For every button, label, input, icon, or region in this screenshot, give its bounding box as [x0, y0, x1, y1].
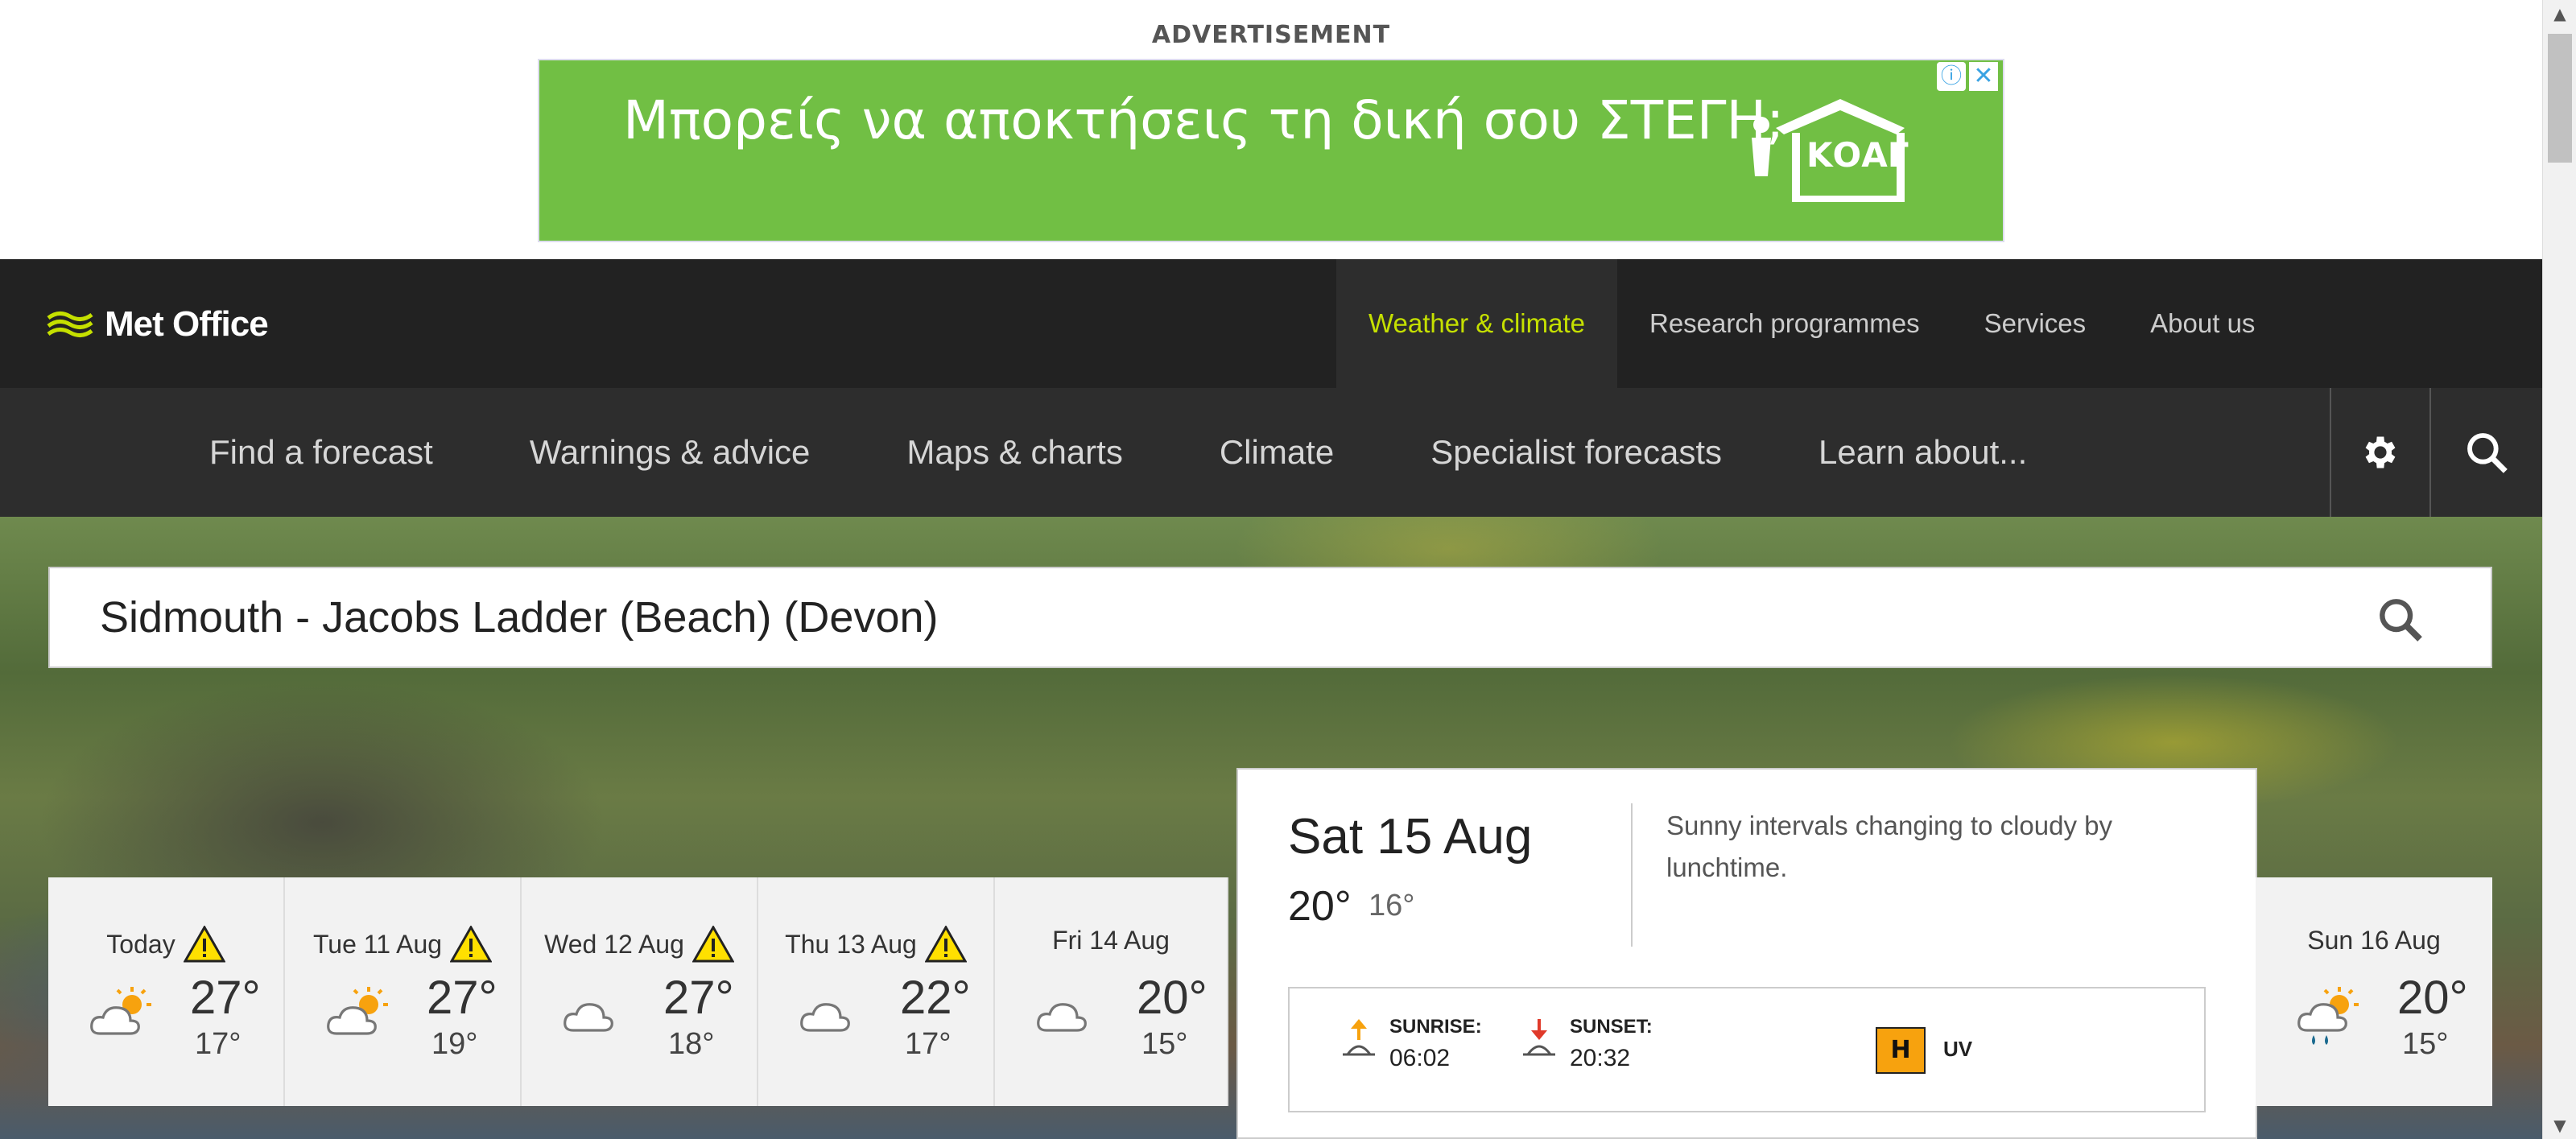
sunrise-label: SUNRISE:	[1389, 1016, 1482, 1038]
warning-icon	[183, 926, 225, 963]
location-search-value: Sidmouth - Jacobs Ladder (Beach) (Devon)	[100, 593, 939, 642]
sunset-time: 20:32	[1570, 1045, 1631, 1071]
nav-specialist-forecasts[interactable]: Specialist forecasts	[1382, 388, 1770, 517]
page-scrollbar[interactable]: ▲ ▼	[2542, 0, 2576, 1139]
uv-label: UV	[1943, 1037, 1973, 1061]
selected-day-summary: Sunny intervals changing to cloudy by lu…	[1666, 811, 2113, 882]
hero-image: Sidmouth - Jacobs Ladder (Beach) (Devon)…	[0, 517, 2542, 1139]
tab-low-temp: 15°	[2402, 1027, 2449, 1061]
koag-logo-text: ΚΟΑΓ	[1806, 135, 1909, 175]
nav-maps-charts[interactable]: Maps & charts	[858, 388, 1170, 517]
forecast-tab-tue[interactable]: Tue 11 Aug 27° 19°	[285, 877, 522, 1106]
tab-high-temp: 20°	[2397, 972, 2468, 1024]
sunrise-time: 06:02	[1389, 1045, 1451, 1071]
sun-shower-icon	[2297, 987, 2359, 1045]
selected-day-title: Sat 15 Aug	[1288, 809, 1533, 865]
advertisement-area: ADVERTISEMENT Μπορείς να αποκτήσεις τη δ…	[0, 0, 2542, 259]
sunset-label: SUNSET:	[1570, 1016, 1653, 1038]
warning-icon	[924, 926, 967, 963]
brand-name: Met Office	[105, 304, 269, 344]
tab-day-label: Fri 14 Aug	[1052, 926, 1170, 955]
search-icon	[2380, 599, 2422, 642]
search-icon	[2467, 433, 2508, 473]
tab-high-temp: 27°	[427, 972, 497, 1024]
scroll-up-arrow[interactable]: ▲	[2543, 0, 2576, 27]
sub-links: Find a forecast Warnings & advice Maps &…	[161, 388, 2075, 517]
met-office-logo[interactable]: Met Office	[47, 304, 269, 345]
nav-climate[interactable]: Climate	[1171, 388, 1382, 517]
cloudy-icon	[564, 1003, 613, 1032]
gear-icon	[2365, 436, 2396, 468]
location-search-input[interactable]: Sidmouth - Jacobs Ladder (Beach) (Devon)	[48, 567, 2492, 668]
tab-day-label: Wed 12 Aug	[544, 929, 684, 959]
nav-warnings-advice[interactable]: Warnings & advice	[481, 388, 859, 517]
uv-badge: H	[1876, 1027, 1926, 1074]
forecast-tab-today[interactable]: Today 27° 17°	[48, 877, 285, 1106]
sunset-item: SUNSET: 20:32	[1521, 1016, 1653, 1072]
top-navigation: Met Office Weather & climate Research pr…	[0, 259, 2542, 388]
search-nav-button[interactable]	[2429, 388, 2542, 517]
forecast-tab-wed[interactable]: Wed 12 Aug 27° 18°	[522, 877, 758, 1106]
selected-day-low: 16°	[1368, 889, 1415, 922]
location-search-button[interactable]	[2375, 594, 2426, 649]
divider	[1631, 803, 1633, 947]
scroll-thumb[interactable]	[2548, 34, 2572, 163]
selected-day-high: 20°	[1288, 883, 1352, 930]
tab-low-temp: 15°	[1141, 1027, 1188, 1061]
sunny-intervals-icon	[327, 987, 388, 1035]
met-office-waves-icon	[47, 312, 93, 337]
tab-low-temp: 17°	[195, 1027, 242, 1061]
forecast-tabs: Today 27° 17° Tue 11 Aug 27° 19° Wed 12 …	[48, 877, 1228, 1106]
nav-weather-climate[interactable]: Weather & climate	[1336, 259, 1617, 388]
tab-high-temp: 22°	[900, 972, 971, 1024]
forecast-tab-thu[interactable]: Thu 13 Aug 22° 17°	[758, 877, 995, 1106]
tab-low-temp: 19°	[431, 1027, 478, 1061]
tab-high-temp: 27°	[663, 972, 734, 1024]
tab-high-temp: 20°	[1137, 972, 1208, 1024]
cloudy-icon	[800, 1003, 850, 1032]
forecast-tab-sun[interactable]: Sun 16 Aug 20° 15°	[2256, 877, 2492, 1106]
nav-learn-about[interactable]: Learn about...	[1770, 388, 2075, 517]
scroll-down-arrow[interactable]: ▼	[2543, 1112, 2576, 1139]
forecast-tab-fri[interactable]: Fri 14 Aug 20° 15°	[995, 877, 1228, 1106]
nav-about-us[interactable]: About us	[2118, 259, 2287, 388]
ad-label: ADVERTISEMENT	[1151, 21, 1391, 49]
ad-text: Μπορείς να αποκτήσεις τη δική σου ΣΤΕΓΗ;	[623, 89, 1785, 151]
tab-day-label: Thu 13 Aug	[785, 929, 917, 959]
tab-day-label: Today	[106, 929, 175, 959]
nav-services[interactable]: Services	[1952, 259, 2119, 388]
sunrise-icon	[1343, 1019, 1375, 1056]
warning-icon	[691, 926, 734, 963]
tab-low-temp: 17°	[905, 1027, 952, 1061]
cloudy-icon	[1037, 1003, 1087, 1032]
nav-research-programmes[interactable]: Research programmes	[1617, 259, 1952, 388]
settings-button[interactable]	[2330, 388, 2429, 517]
nav-find-forecast[interactable]: Find a forecast	[161, 388, 481, 517]
tab-day-label: Sun 16 Aug	[2307, 926, 2441, 955]
top-links: Weather & climate Research programmes Se…	[1336, 259, 2287, 388]
selected-day-card: Sat 15 Aug 20° 16° Sunny intervals chang…	[1236, 768, 2257, 1139]
sunset-icon	[1523, 1019, 1555, 1056]
warning-icon	[450, 926, 493, 963]
tab-high-temp: 27°	[190, 972, 261, 1024]
secondary-navigation: Find a forecast Warnings & advice Maps &…	[0, 388, 2542, 517]
sun-uv-panel: SUNRISE: 06:02 SUNSET: 20:32 H UV	[1288, 987, 2206, 1112]
ad-close-icon[interactable]: ✕	[1969, 62, 1998, 91]
ad-banner[interactable]: Μπορείς να αποκτήσεις τη δική σου ΣΤΕΓΗ;…	[538, 59, 2004, 242]
tab-day-label: Tue 11 Aug	[312, 929, 443, 959]
ad-info-icon[interactable]: ⓘ	[1937, 62, 1966, 91]
sunrise-item: SUNRISE: 06:02	[1341, 1016, 1482, 1072]
sunny-intervals-icon	[90, 987, 151, 1035]
tab-low-temp: 18°	[668, 1027, 715, 1061]
koag-logo: ΚΟΑΓ	[1752, 99, 1909, 202]
